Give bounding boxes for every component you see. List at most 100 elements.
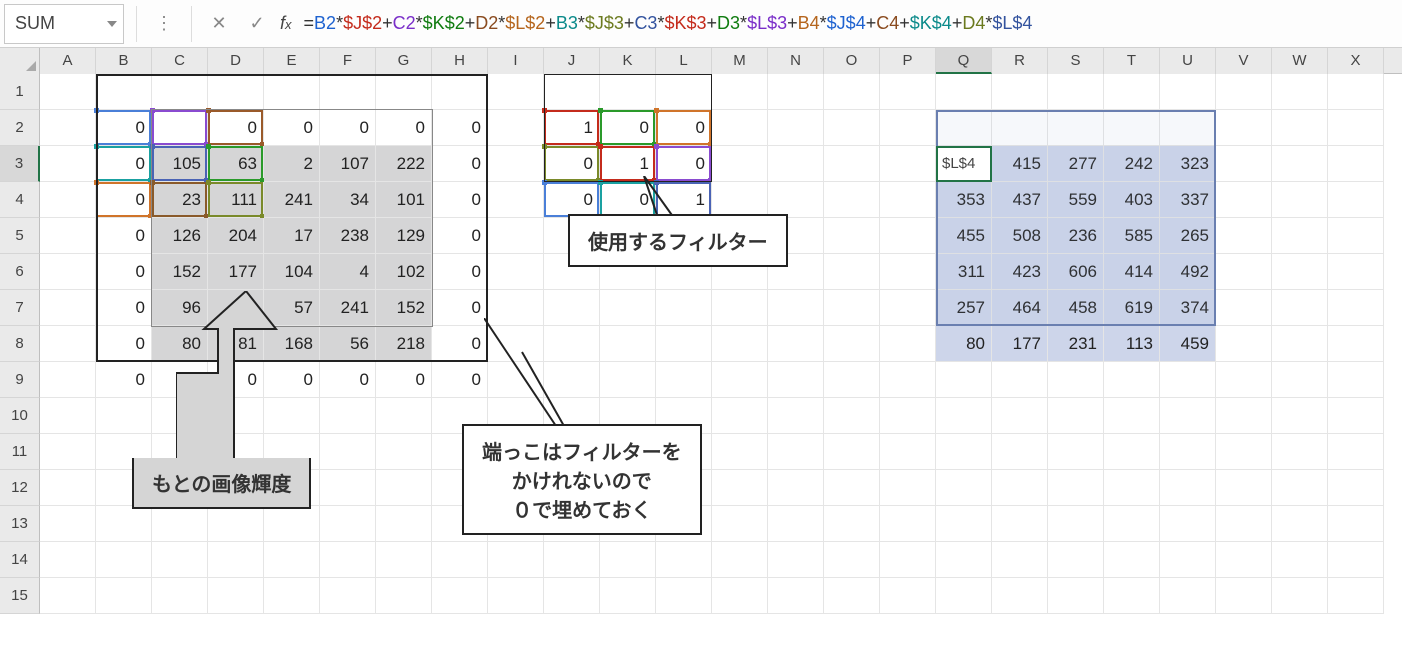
cell[interactable]: 311 — [936, 254, 992, 290]
cell[interactable] — [992, 470, 1048, 506]
cell[interactable]: 177 — [208, 254, 264, 290]
cell[interactable] — [1272, 470, 1328, 506]
cell[interactable] — [488, 218, 544, 254]
cell[interactable] — [208, 398, 264, 434]
cell[interactable] — [1272, 146, 1328, 182]
cell[interactable] — [1216, 110, 1272, 146]
cell[interactable] — [1160, 506, 1216, 542]
formula-input[interactable]: =B2*$J$2+C2*$K$2+D2*$L$2+B3*$J$3+C3*$K$3… — [304, 13, 1402, 34]
cell[interactable] — [992, 506, 1048, 542]
cell[interactable] — [488, 362, 544, 398]
cell[interactable] — [376, 542, 432, 578]
cell[interactable] — [880, 326, 936, 362]
cell[interactable] — [1216, 470, 1272, 506]
cell[interactable]: 0 — [96, 110, 152, 146]
cell[interactable] — [152, 398, 208, 434]
cell[interactable] — [824, 398, 880, 434]
cell[interactable] — [600, 542, 656, 578]
cell[interactable]: 0 — [432, 182, 488, 218]
cell[interactable] — [264, 578, 320, 614]
cell[interactable] — [1328, 506, 1384, 542]
cell[interactable] — [1272, 398, 1328, 434]
column-header[interactable]: C — [152, 48, 208, 74]
column-header[interactable]: E — [264, 48, 320, 74]
column-header[interactable]: U — [1160, 48, 1216, 74]
cell[interactable]: 277 — [1048, 146, 1104, 182]
cell[interactable] — [40, 506, 96, 542]
cell[interactable] — [376, 578, 432, 614]
column-header[interactable]: I — [488, 48, 544, 74]
column-header[interactable]: F — [320, 48, 376, 74]
cell[interactable] — [376, 506, 432, 542]
cell[interactable] — [1328, 578, 1384, 614]
cell[interactable]: 0 — [600, 110, 656, 146]
cell[interactable] — [824, 506, 880, 542]
fx-icon[interactable]: fx — [280, 13, 292, 34]
cell[interactable] — [1104, 506, 1160, 542]
cell[interactable]: 585 — [1104, 218, 1160, 254]
cell[interactable] — [1272, 506, 1328, 542]
cell[interactable] — [992, 578, 1048, 614]
column-header[interactable]: O — [824, 48, 880, 74]
cell[interactable] — [1328, 110, 1384, 146]
cell[interactable] — [600, 74, 656, 110]
cell[interactable] — [544, 578, 600, 614]
cell[interactable] — [712, 398, 768, 434]
cell[interactable] — [712, 542, 768, 578]
cell[interactable] — [992, 110, 1048, 146]
cell[interactable] — [488, 74, 544, 110]
cell[interactable] — [1216, 218, 1272, 254]
cell[interactable] — [1272, 542, 1328, 578]
cell[interactable] — [824, 182, 880, 218]
cell[interactable] — [208, 542, 264, 578]
cell[interactable] — [936, 362, 992, 398]
column-header[interactable]: Q — [936, 48, 992, 74]
cell[interactable] — [40, 74, 96, 110]
cell[interactable] — [824, 470, 880, 506]
cell[interactable]: 17 — [264, 218, 320, 254]
cell[interactable] — [1048, 74, 1104, 110]
cell[interactable] — [1216, 182, 1272, 218]
cell[interactable] — [96, 578, 152, 614]
cell[interactable] — [936, 110, 992, 146]
cell[interactable] — [1160, 542, 1216, 578]
cell[interactable] — [768, 182, 824, 218]
cell[interactable] — [1160, 74, 1216, 110]
cell[interactable] — [1272, 362, 1328, 398]
cell[interactable] — [824, 110, 880, 146]
cell[interactable] — [544, 362, 600, 398]
cell[interactable] — [824, 326, 880, 362]
cell[interactable]: 4 — [320, 254, 376, 290]
row-header[interactable]: 3 — [0, 146, 40, 182]
cell[interactable] — [208, 578, 264, 614]
cell[interactable] — [96, 506, 152, 542]
cell[interactable] — [936, 470, 992, 506]
cell[interactable]: 0 — [432, 290, 488, 326]
cell[interactable]: 0 — [208, 110, 264, 146]
cell[interactable]: 56 — [320, 326, 376, 362]
cell[interactable] — [1216, 542, 1272, 578]
cell[interactable]: 242 — [1104, 146, 1160, 182]
cell[interactable] — [1104, 542, 1160, 578]
cell[interactable] — [880, 362, 936, 398]
cell[interactable] — [40, 146, 96, 182]
cell[interactable]: 508 — [992, 218, 1048, 254]
cell[interactable] — [1048, 434, 1104, 470]
cell[interactable] — [992, 542, 1048, 578]
cell[interactable] — [40, 110, 96, 146]
cell[interactable]: 606 — [1048, 254, 1104, 290]
cell[interactable] — [1048, 398, 1104, 434]
cell[interactable] — [824, 218, 880, 254]
cell[interactable]: 374 — [1160, 290, 1216, 326]
cell[interactable]: 415 — [992, 146, 1048, 182]
cell[interactable] — [880, 470, 936, 506]
cell[interactable] — [488, 146, 544, 182]
enter-icon[interactable]: ✓ — [242, 9, 272, 39]
cell[interactable]: 80 — [936, 326, 992, 362]
cell[interactable]: 23 — [152, 182, 208, 218]
cell[interactable]: 111 — [208, 182, 264, 218]
cell[interactable] — [712, 506, 768, 542]
cell[interactable] — [1328, 434, 1384, 470]
cell[interactable]: 0 — [432, 326, 488, 362]
cell[interactable] — [824, 578, 880, 614]
